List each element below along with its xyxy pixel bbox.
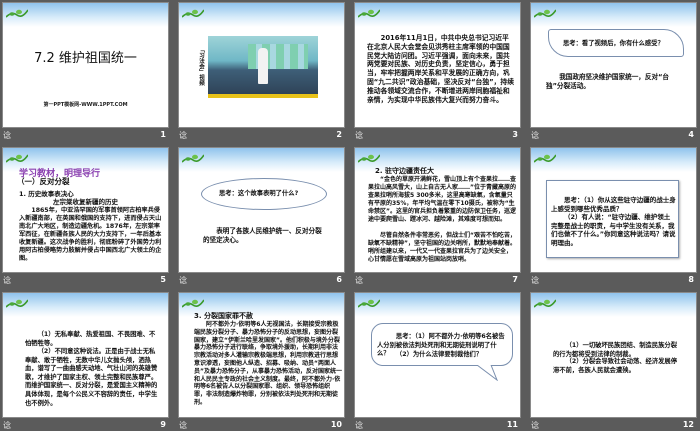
animation-star-icon[interactable]: 谂 bbox=[179, 420, 187, 431]
slide-thumbnail-9[interactable]: （1）无私奉献、热爱祖国、不畏困难、不怕牺牲等。 （2）不同意这种说法。正是由于… bbox=[2, 292, 169, 418]
vine-logo-icon bbox=[5, 4, 29, 18]
animation-star-icon[interactable]: 谂 bbox=[179, 130, 187, 141]
animation-star-icon[interactable]: 谂 bbox=[355, 420, 363, 431]
vertical-caption: 「习法会」视频 bbox=[198, 47, 204, 86]
vine-logo-icon bbox=[533, 294, 557, 308]
vine-logo-icon bbox=[357, 149, 381, 163]
question-2: （2）有人说：“驻守边疆、维护领土完整是战士的职责，与中学生没有关系，我们也做不… bbox=[551, 213, 676, 247]
animation-star-icon[interactable]: 谂 bbox=[531, 275, 539, 286]
slide-number: 1 bbox=[160, 130, 166, 139]
animation-star-icon[interactable]: 谂 bbox=[531, 420, 539, 431]
question-text: 思考：这个故事表明了什么? bbox=[219, 190, 299, 197]
slide-thumbnail-2[interactable]: 「习法会」视频 bbox=[178, 2, 345, 128]
answer-text: 我国政府坚决维护国家统一，反对“台独”分裂活动。 bbox=[546, 73, 670, 90]
slide-thumbnail-10[interactable]: 3. 分裂国家罪不赦 阿不都外力·依明等6人无视国法，长期接受宗教极端民族分裂分… bbox=[178, 292, 345, 418]
slide-thumbnail-6[interactable]: 思考：这个故事表明了什么? 表明了各族人民维护统一、反对分裂的坚定决心。 bbox=[178, 147, 345, 273]
vine-logo-icon bbox=[5, 294, 29, 308]
slide-subtitle: 第一PPT模板网-WWW.1PPT.COM bbox=[43, 102, 128, 108]
answer-1: （1）一切破坏民族团结、制造民族分裂的行为都将受到法律的制裁。 bbox=[553, 342, 678, 358]
slide-body-1: “金色的草原开满鲜花，雪山顶上有个查果拉……查果拉山高风雪大，山上自古无人家……… bbox=[368, 176, 516, 223]
slide-thumbnail-1[interactable]: 7.2 维护祖国统一 第一PPT模板网-WWW.1PPT.COM bbox=[2, 2, 169, 128]
vine-logo-icon bbox=[181, 294, 205, 308]
slide-number: 5 bbox=[160, 275, 166, 284]
answer-text: 表明了各族人民维护统一、反对分裂的坚定决心。 bbox=[203, 227, 322, 244]
vine-logo-icon bbox=[181, 4, 205, 18]
presenter-figure bbox=[258, 48, 268, 84]
animation-star-icon[interactable]: 谂 bbox=[179, 275, 187, 286]
video-ticker bbox=[208, 94, 318, 98]
vine-logo-icon bbox=[357, 294, 381, 308]
slide-number: 3 bbox=[512, 130, 518, 139]
subsection-title: 3. 分裂国家罪不赦 bbox=[194, 312, 253, 320]
question-text: 思考：看了视频后，你有什么感受？ bbox=[563, 40, 664, 47]
slide-number: 10 bbox=[330, 420, 342, 429]
city-skyline bbox=[248, 44, 308, 69]
slide-thumbnail-8[interactable]: 思考：（1）你从这些驻守边疆的战士身上感受到哪些优秀品质？ （2）有人说：“驻守… bbox=[530, 147, 697, 273]
slide-thumbnail-4[interactable]: 思考：看了视频后，你有什么感受？ 我国政府坚决维护国家统一，反对“台独”分裂活动… bbox=[530, 2, 697, 128]
slide-number: 9 bbox=[160, 420, 166, 429]
vine-logo-icon bbox=[181, 149, 205, 163]
slide-body: 1865年，中亚浩罕国的军事首领阿古柏率兵侵入新疆南部，在英国和俄国的支持下，进… bbox=[19, 207, 162, 262]
animation-star-icon[interactable]: 谂 bbox=[3, 420, 11, 431]
answer-2: （2）不同意这种说法。正是由于战士无私奉献、敢于牺牲，无数中华儿女抛头颅，洒热血… bbox=[25, 348, 158, 407]
slide-thumbnail-11[interactable]: 思考：（1）阿不都外力·依明等6名被告人分别被依法判处死刑和无期徒刑说明了什么？… bbox=[354, 292, 521, 418]
video-thumbnail[interactable] bbox=[208, 36, 318, 98]
vine-logo-icon bbox=[533, 149, 557, 163]
slide-title: 7.2 维护祖国统一 bbox=[34, 51, 137, 66]
slide-thumbnail-7[interactable]: 2. 驻守边疆责任大 “金色的草原开满鲜花，雪山顶上有个查果拉……查果拉山高风雪… bbox=[354, 147, 521, 273]
slide-body-2: 尽管自然条件非常恶劣，但战士们“艰苦不怕吃苦，缺氧不缺精神”，坚守祖国的边关哨所… bbox=[368, 232, 516, 263]
slide-number: 7 bbox=[512, 275, 518, 284]
question-1: 思考：（1）你从这些驻守边疆的战士身上感受到哪些优秀品质？ bbox=[551, 196, 676, 213]
slide-number: 4 bbox=[688, 130, 694, 139]
slide-number: 6 bbox=[336, 275, 342, 284]
slide-thumbnail-5[interactable]: 学习教材，明理导行 （一）反对分裂 1. 历史故事表决心 左宗棠收复新疆的历史 … bbox=[2, 147, 169, 273]
slide-thumbnail-12[interactable]: （1）一切破坏民族团结、制造民族分裂的行为都将受到法律的制裁。 （2）分裂会导致… bbox=[530, 292, 697, 418]
slide-body: 阿不都外力·依明等6人无视国法，长期接受宗教极端民族分裂分子、暴力恐怖分子的反动… bbox=[194, 321, 342, 406]
slide-number: 12 bbox=[682, 420, 694, 429]
animation-star-icon[interactable]: 谂 bbox=[355, 275, 363, 286]
animation-star-icon[interactable]: 谂 bbox=[3, 275, 11, 286]
vine-logo-icon bbox=[357, 4, 381, 18]
animation-star-icon[interactable]: 谂 bbox=[355, 130, 363, 141]
answer-1: （1）无私奉献、热爱祖国、不畏困难、不怕牺牲等。 bbox=[25, 331, 156, 347]
story-title: 左宗棠收复新疆的历史 bbox=[53, 198, 118, 206]
subsection-title: 2. 驻守边疆责任大 bbox=[375, 167, 434, 175]
slide-number: 2 bbox=[336, 130, 342, 139]
speech-bubble-tail bbox=[476, 365, 498, 381]
slide-body: 2016年11月1日，中共中央总书记习近平在北京人民大会堂会见洪秀柱主席率领的中… bbox=[367, 34, 515, 104]
question-2: （2）为什么法律要制裁他们？ bbox=[395, 351, 483, 358]
vine-logo-icon bbox=[5, 149, 29, 163]
animation-star-icon[interactable]: 谂 bbox=[3, 130, 11, 141]
animation-star-icon[interactable]: 谂 bbox=[531, 130, 539, 141]
slide-number: 8 bbox=[688, 275, 694, 284]
vine-logo-icon bbox=[533, 4, 557, 18]
slide-thumbnail-3[interactable]: 2016年11月1日，中共中央总书记习近平在北京人民大会堂会见洪秀柱主席率领的中… bbox=[354, 2, 521, 128]
answer-2: （2）分裂会导致社会动荡、经济发展停滞不前，各族人民就会遭殃。 bbox=[553, 358, 678, 374]
slide-number: 11 bbox=[506, 420, 518, 429]
section-title: （一）反对分裂 bbox=[17, 177, 70, 186]
